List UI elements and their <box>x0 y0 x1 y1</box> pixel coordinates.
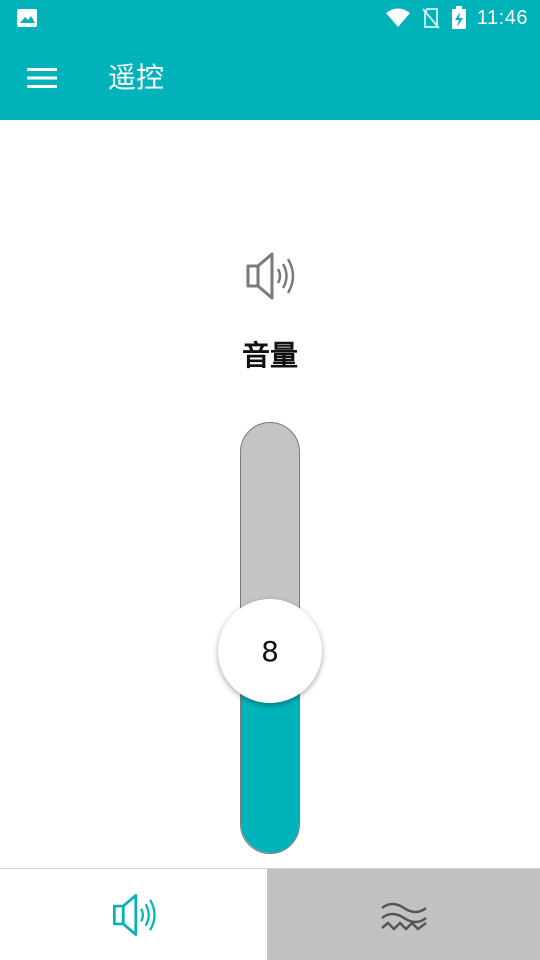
status-time: 11:46 <box>476 6 528 29</box>
wifi-icon <box>385 8 410 27</box>
tab-volume[interactable] <box>0 869 267 960</box>
battery-charging-icon <box>451 6 466 29</box>
volume-label: 音量 <box>241 339 298 372</box>
menu-button[interactable] <box>16 56 68 100</box>
volume-panel: 音量 8 <box>0 120 540 868</box>
status-bar: 11:46 <box>0 0 540 36</box>
speaker-icon <box>246 252 295 300</box>
volume-slider[interactable]: 8 <box>218 422 322 854</box>
page-title: 遥控 <box>108 61 165 94</box>
waves-icon <box>380 902 427 931</box>
bottom-nav <box>0 868 540 960</box>
image-icon <box>17 9 37 27</box>
volume-value: 8 <box>261 634 279 668</box>
app-bar: 遥控 <box>0 36 540 120</box>
speaker-icon <box>112 894 156 936</box>
tab-equalizer[interactable] <box>267 869 540 960</box>
volume-slider-thumb[interactable]: 8 <box>218 599 322 703</box>
menu-icon <box>27 68 57 88</box>
no-sim-icon <box>422 8 440 29</box>
